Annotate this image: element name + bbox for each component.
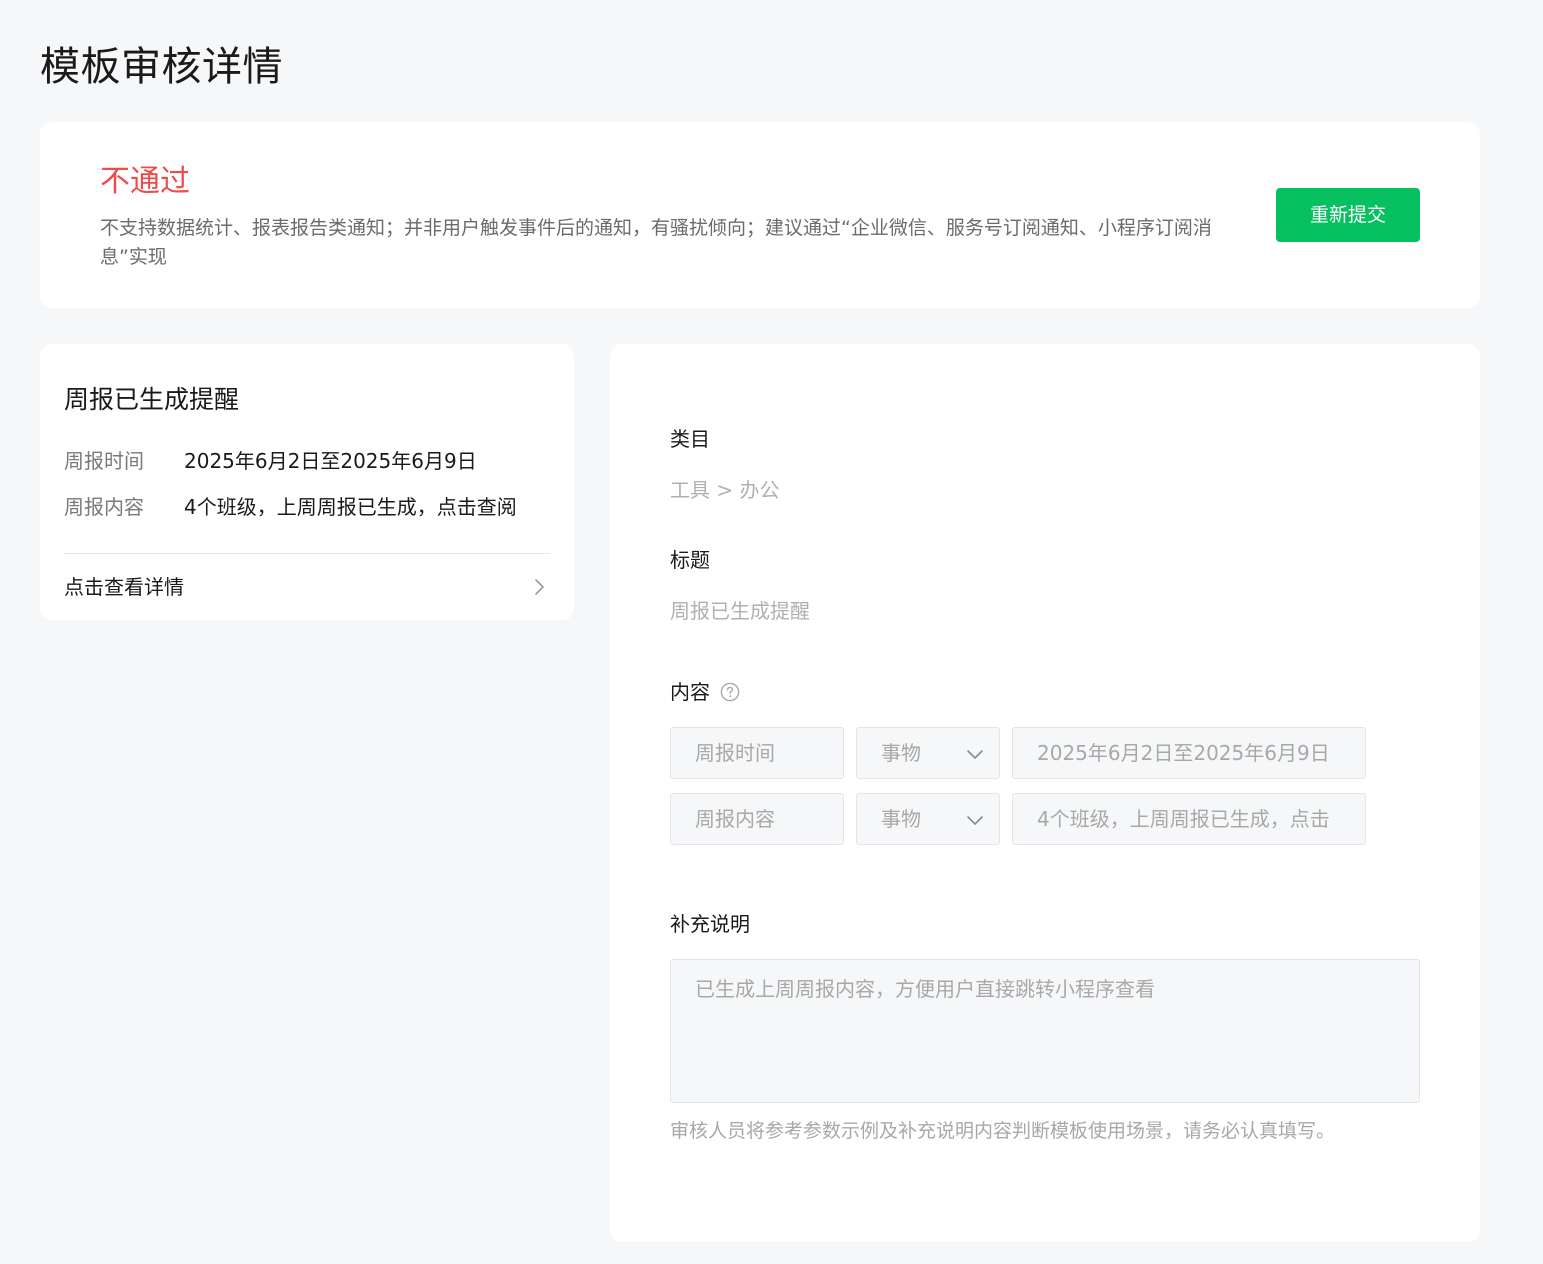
content-param-example: 4个班级，上周周报已生成，点击 <box>1012 793 1366 845</box>
supplement-textarea[interactable]: 已生成上周周报内容，方便用户直接跳转小程序查看 <box>670 959 1420 1103</box>
form-hint: 审核人员将参考参数示例及补充说明内容判断模板使用场景，请务必认真填写。 <box>670 1120 1336 1142</box>
template-form-card: 类目 工具 > 办公 标题 周报已生成提醒 内容 周报时间 事物 2025年6月… <box>610 344 1480 1242</box>
view-details-label: 点击查看详情 <box>64 575 184 599</box>
category-value: 工具 > 办公 <box>670 478 780 502</box>
content-param-name: 周报内容 <box>670 793 844 845</box>
category-label: 类目 <box>670 427 710 451</box>
preview-title: 周报已生成提醒 <box>64 385 240 414</box>
review-rejection-reason: 不支持数据统计、报表报告类通知；并非用户触发事件后的通知，有骚扰倾向；建议通过“… <box>100 217 1212 268</box>
chevron-down-icon <box>967 750 983 759</box>
chevron-down-icon <box>967 816 983 825</box>
content-param-name: 周报时间 <box>670 727 844 779</box>
resubmit-button[interactable]: 重新提交 <box>1276 188 1420 242</box>
content-param-example: 2025年6月2日至2025年6月9日 <box>1012 727 1366 779</box>
preview-row-label: 周报时间 <box>64 449 144 473</box>
title-label: 标题 <box>670 548 710 572</box>
template-preview-card: 周报已生成提醒 周报时间 2025年6月2日至2025年6月9日 周报内容 4个班级… <box>40 344 574 620</box>
content-param-type-value: 事物 <box>881 741 921 765</box>
preview-row-label: 周报内容 <box>64 495 144 519</box>
divider <box>64 553 550 554</box>
content-param-type-select[interactable]: 事物 <box>856 727 1000 779</box>
review-status-card: 不通过 不支持数据统计、报表报告类通知；并非用户触发事件后的通知，有骚扰倾向；建… <box>40 122 1480 308</box>
preview-row-value: 2025年6月2日至2025年6月9日 <box>184 449 477 473</box>
content-param-type-select[interactable]: 事物 <box>856 793 1000 845</box>
chevron-right-icon <box>535 579 544 595</box>
title-value: 周报已生成提醒 <box>670 599 810 623</box>
preview-row: 周报内容 4个班级，上周周报已生成，点击查阅 <box>64 492 517 522</box>
view-details-link[interactable]: 点击查看详情 <box>64 570 550 604</box>
page-title: 模板审核详情 <box>40 44 283 90</box>
preview-row-value: 4个班级，上周周报已生成，点击查阅 <box>184 495 517 519</box>
content-param-type-value: 事物 <box>881 807 921 831</box>
review-status-title: 不通过 <box>100 164 190 199</box>
preview-row: 周报时间 2025年6月2日至2025年6月9日 <box>64 446 477 476</box>
content-label: 内容 <box>670 680 710 704</box>
supplement-label: 补充说明 <box>670 912 750 936</box>
question-circle-icon[interactable] <box>720 682 740 702</box>
